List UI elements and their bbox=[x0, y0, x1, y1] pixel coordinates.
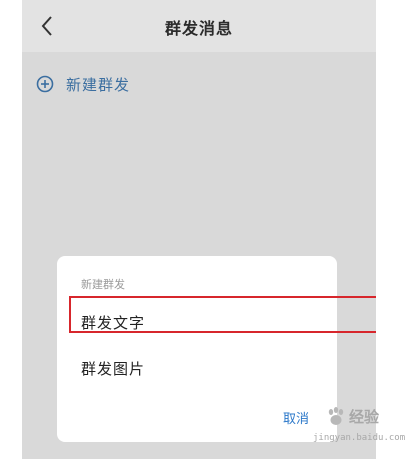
watermark: 经验 jingyan.baidu.com bbox=[311, 400, 405, 450]
plus-circle-icon bbox=[36, 75, 54, 93]
dialog-title: 新建群发 bbox=[81, 278, 125, 291]
top-bar: 群发消息 bbox=[22, 0, 376, 52]
new-broadcast-dialog: 新建群发 群发文字 群发图片 取消 bbox=[57, 256, 376, 442]
cancel-button[interactable]: 取消 bbox=[283, 408, 309, 427]
watermark-url: jingyan.baidu.com bbox=[313, 433, 405, 443]
option-broadcast-text[interactable]: 群发文字 bbox=[69, 296, 376, 333]
highlight-box bbox=[69, 296, 376, 333]
paw-logo-icon bbox=[328, 407, 344, 425]
new-broadcast-label: 新建群发 bbox=[66, 75, 131, 94]
new-broadcast-button[interactable]: 新建群发 bbox=[36, 70, 236, 98]
page-title: 群发消息 bbox=[164, 19, 233, 38]
phone-screen: 群发消息 新建群发 新建群发 群发文字 群发图片 取消 bbox=[22, 0, 376, 459]
option-label: 群发图片 bbox=[81, 360, 146, 378]
option-broadcast-image[interactable]: 群发图片 bbox=[81, 358, 145, 379]
watermark-brand: 经验 bbox=[349, 408, 380, 426]
